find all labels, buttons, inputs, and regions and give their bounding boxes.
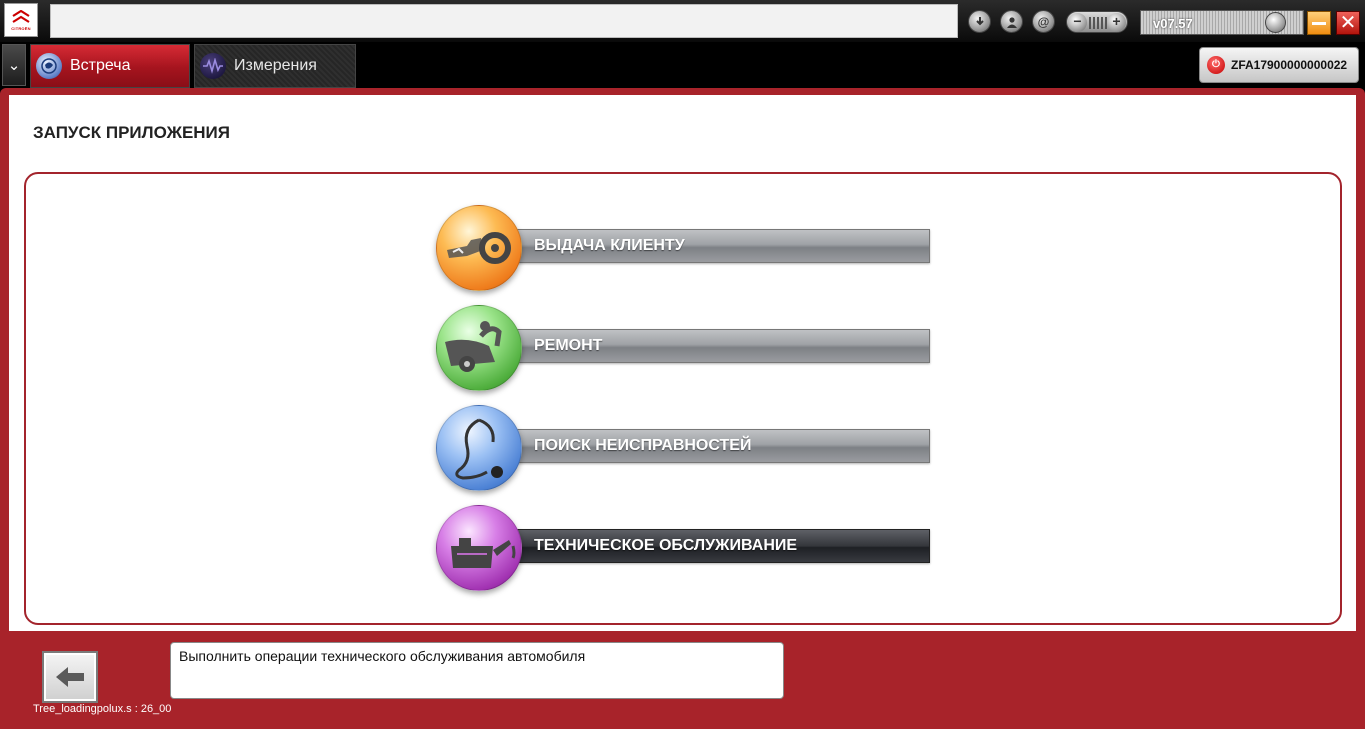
- email-button[interactable]: @: [1032, 10, 1055, 33]
- waveform-icon: [200, 53, 226, 79]
- address-field[interactable]: [50, 4, 958, 38]
- vin-label: ZFA17900000000022: [1231, 58, 1348, 72]
- menu-item-repair[interactable]: РЕМОНТ: [436, 305, 930, 393]
- zoom-in-button[interactable]: +: [1107, 13, 1126, 32]
- menu-item-label: РЕМОНТ: [534, 337, 603, 354]
- globe-icon: [36, 53, 62, 79]
- citroen-logo: CITROËN: [4, 3, 38, 37]
- power-icon: ⏻: [1207, 56, 1225, 74]
- key-handover-icon[interactable]: [436, 205, 522, 291]
- tab-izmereniya[interactable]: Измерения: [194, 44, 356, 88]
- arrow-left-icon: [56, 667, 84, 687]
- download-button[interactable]: [968, 10, 991, 33]
- minimize-button[interactable]: [1307, 11, 1331, 35]
- menu-item-maintenance[interactable]: ТЕХНИЧЕСКОЕ ОБСЛУЖИВАНИЕ: [436, 505, 930, 593]
- menu-item-label: ТЕХНИЧЕСКОЕ ОБСЛУЖИВАНИЕ: [534, 537, 798, 554]
- zoom-out-button[interactable]: −: [1068, 13, 1087, 32]
- oil-can-icon[interactable]: [436, 505, 522, 591]
- description-box: Выполнить операции технического обслужив…: [170, 642, 784, 699]
- menu-item-handover[interactable]: ВЫДАЧА КЛИЕНТУ: [436, 205, 930, 293]
- page-title: ЗАПУСК ПРИЛОЖЕНИЯ: [33, 123, 230, 142]
- menu-item-diagnostics[interactable]: ПОИСК НЕИСПРАВНОСТЕЙ: [436, 405, 930, 493]
- status-text: Tree_loadingpolux.s : 26_00: [33, 703, 172, 715]
- stethoscope-icon[interactable]: [436, 405, 522, 491]
- download-icon: [975, 16, 984, 25]
- version-label: v07.57: [1153, 16, 1193, 31]
- close-button[interactable]: ✕: [1336, 11, 1360, 35]
- description-text: Выполнить операции технического обслужив…: [179, 648, 586, 664]
- tab-label: Встреча: [70, 57, 131, 74]
- zoom-control[interactable]: − +: [1066, 11, 1128, 33]
- chevron-down-icon: ⌄: [7, 57, 21, 74]
- back-button[interactable]: [42, 651, 98, 703]
- title-bar: CITROËN @ − + v07.57 ✕: [0, 0, 1365, 42]
- tab-vstrecha[interactable]: Встреча: [30, 44, 190, 88]
- vehicle-vin-button[interactable]: ⏻ ZFA17900000000022: [1199, 47, 1359, 83]
- user-icon: [1006, 16, 1017, 28]
- brand-text: CITROËN: [11, 25, 31, 31]
- car-lift-repair-icon[interactable]: [436, 305, 522, 391]
- power-knob-icon[interactable]: [1265, 12, 1286, 33]
- at-sign-icon: @: [1037, 14, 1050, 29]
- tab-label: Измерения: [234, 57, 317, 74]
- tab-menu-button[interactable]: ⌄: [2, 44, 26, 86]
- version-panel: v07.57: [1140, 10, 1304, 35]
- zoom-level-bars: [1089, 17, 1107, 29]
- user-button[interactable]: [1000, 10, 1023, 33]
- chevron-logo-icon: [12, 9, 30, 23]
- menu-item-label: ВЫДАЧА КЛИЕНТУ: [534, 237, 685, 254]
- menu-item-label: ПОИСК НЕИСПРАВНОСТЕЙ: [534, 437, 752, 454]
- tab-bar: ⌄ Встреча Измерения ⏻ ZFA17900000000022: [0, 42, 1365, 90]
